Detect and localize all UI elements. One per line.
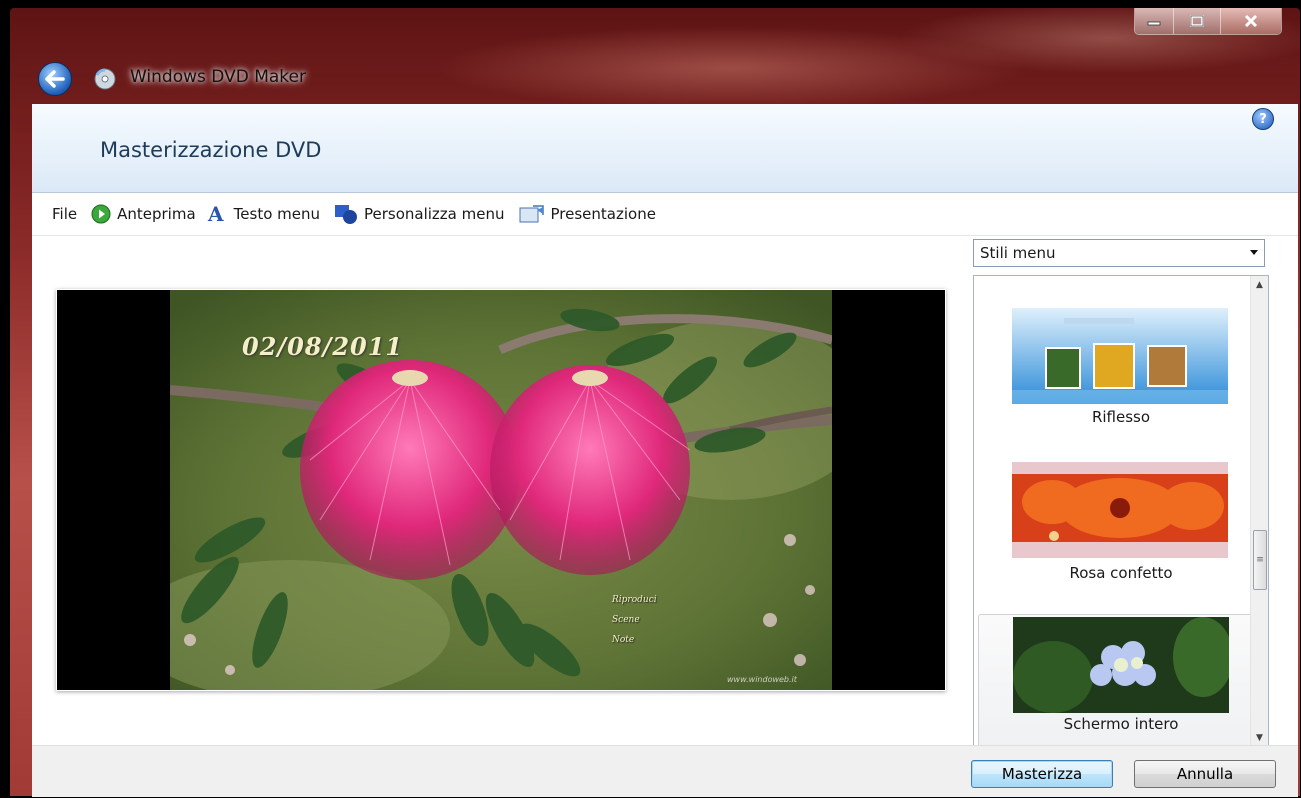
header-band: Masterizzazione DVD [32, 104, 1298, 193]
styles-list-content: Riflesso Rosa confetto Schermo intero [974, 276, 1264, 746]
preview-menu-scenes: Scene [612, 615, 640, 625]
menu-styles-value: Stili menu [980, 244, 1056, 262]
styles-scrollbar[interactable]: ▲ ≡ ▼ [1250, 276, 1268, 746]
style-label-riflesso: Riflesso [1091, 408, 1151, 426]
menu-styles-dropdown[interactable]: Stili menu [973, 239, 1265, 267]
customize-menu-label: Personalizza menu [364, 205, 505, 223]
help-icon[interactable]: ? [1252, 108, 1274, 130]
menu-text-button[interactable]: A Testo menu [206, 204, 320, 224]
file-menu[interactable]: File [52, 205, 77, 223]
dvd-maker-icon [94, 68, 116, 90]
cancel-button[interactable]: Annulla [1134, 760, 1276, 788]
preview-watermark: www.windoweb.it [727, 675, 797, 684]
page-title: Masterizzazione DVD [100, 138, 322, 162]
minimize-icon [1147, 21, 1161, 26]
file-menu-label: File [52, 205, 78, 223]
back-arrow-icon [45, 70, 65, 88]
rosa-confetto-thumbnail [1012, 462, 1228, 558]
preview-button[interactable]: Anteprima [91, 204, 196, 224]
slideshow-button[interactable]: Presentazione [519, 203, 656, 225]
scroll-up-icon[interactable]: ▲ [1251, 276, 1268, 293]
play-icon [91, 204, 111, 224]
preview-menu-notes: Note [612, 635, 635, 645]
menu-preview: 02/08/2011 Riproduci Scene Note www.wind… [57, 290, 945, 690]
scroll-down-icon[interactable]: ▼ [1251, 729, 1268, 746]
menu-styles-list: Riflesso Rosa confetto Schermo intero ▲ … [973, 275, 1269, 747]
close-icon [1244, 15, 1258, 27]
slideshow-label: Presentazione [550, 205, 656, 223]
preview-menu: Riproduci Scene Note [612, 590, 657, 650]
toolbar: File Anteprima A Testo menu Personalizza… [32, 193, 1298, 236]
customize-menu-icon [335, 205, 357, 224]
style-label-rosa-confetto: Rosa confetto [1069, 564, 1173, 582]
app-title: Windows DVD Maker [130, 67, 306, 87]
slideshow-icon [519, 205, 544, 223]
scrollbar-thumb[interactable]: ≡ [1253, 530, 1267, 590]
burn-button[interactable]: Masterizza [971, 760, 1113, 788]
style-item-riflesso[interactable]: Riflesso [978, 296, 1264, 448]
maximize-icon [1190, 15, 1204, 27]
window-frame: Windows DVD Maker Masterizzazione DVD Fi… [10, 8, 1300, 797]
back-button[interactable] [38, 62, 72, 96]
svg-text:A: A [207, 204, 224, 224]
font-a-icon: A [207, 204, 224, 224]
preview-menu-play: Riproduci [612, 595, 657, 605]
menu-text-label: Testo menu [233, 205, 320, 223]
style-item-schermo-intero[interactable]: Schermo intero [978, 614, 1264, 746]
style-label-schermo-intero: Schermo intero [1063, 715, 1179, 733]
style-item-rosa-confetto[interactable]: Rosa confetto [978, 452, 1264, 604]
minimize-button[interactable] [1135, 8, 1173, 34]
close-button[interactable] [1220, 8, 1281, 34]
footer-bar: Masterizza Annulla [32, 745, 1298, 797]
schermo-intero-thumbnail [1013, 617, 1229, 713]
maximize-button[interactable] [1173, 8, 1220, 34]
chevron-down-icon [1250, 250, 1258, 255]
riflesso-thumbnail [1012, 308, 1228, 404]
client-area: Masterizzazione DVD File Anteprima A Tes… [32, 104, 1298, 797]
preview-button-label: Anteprima [117, 205, 196, 223]
caption-buttons [1134, 8, 1282, 35]
customize-menu-button[interactable]: Personalizza menu [334, 203, 505, 225]
preview-date-text: 02/08/2011 [242, 332, 404, 361]
